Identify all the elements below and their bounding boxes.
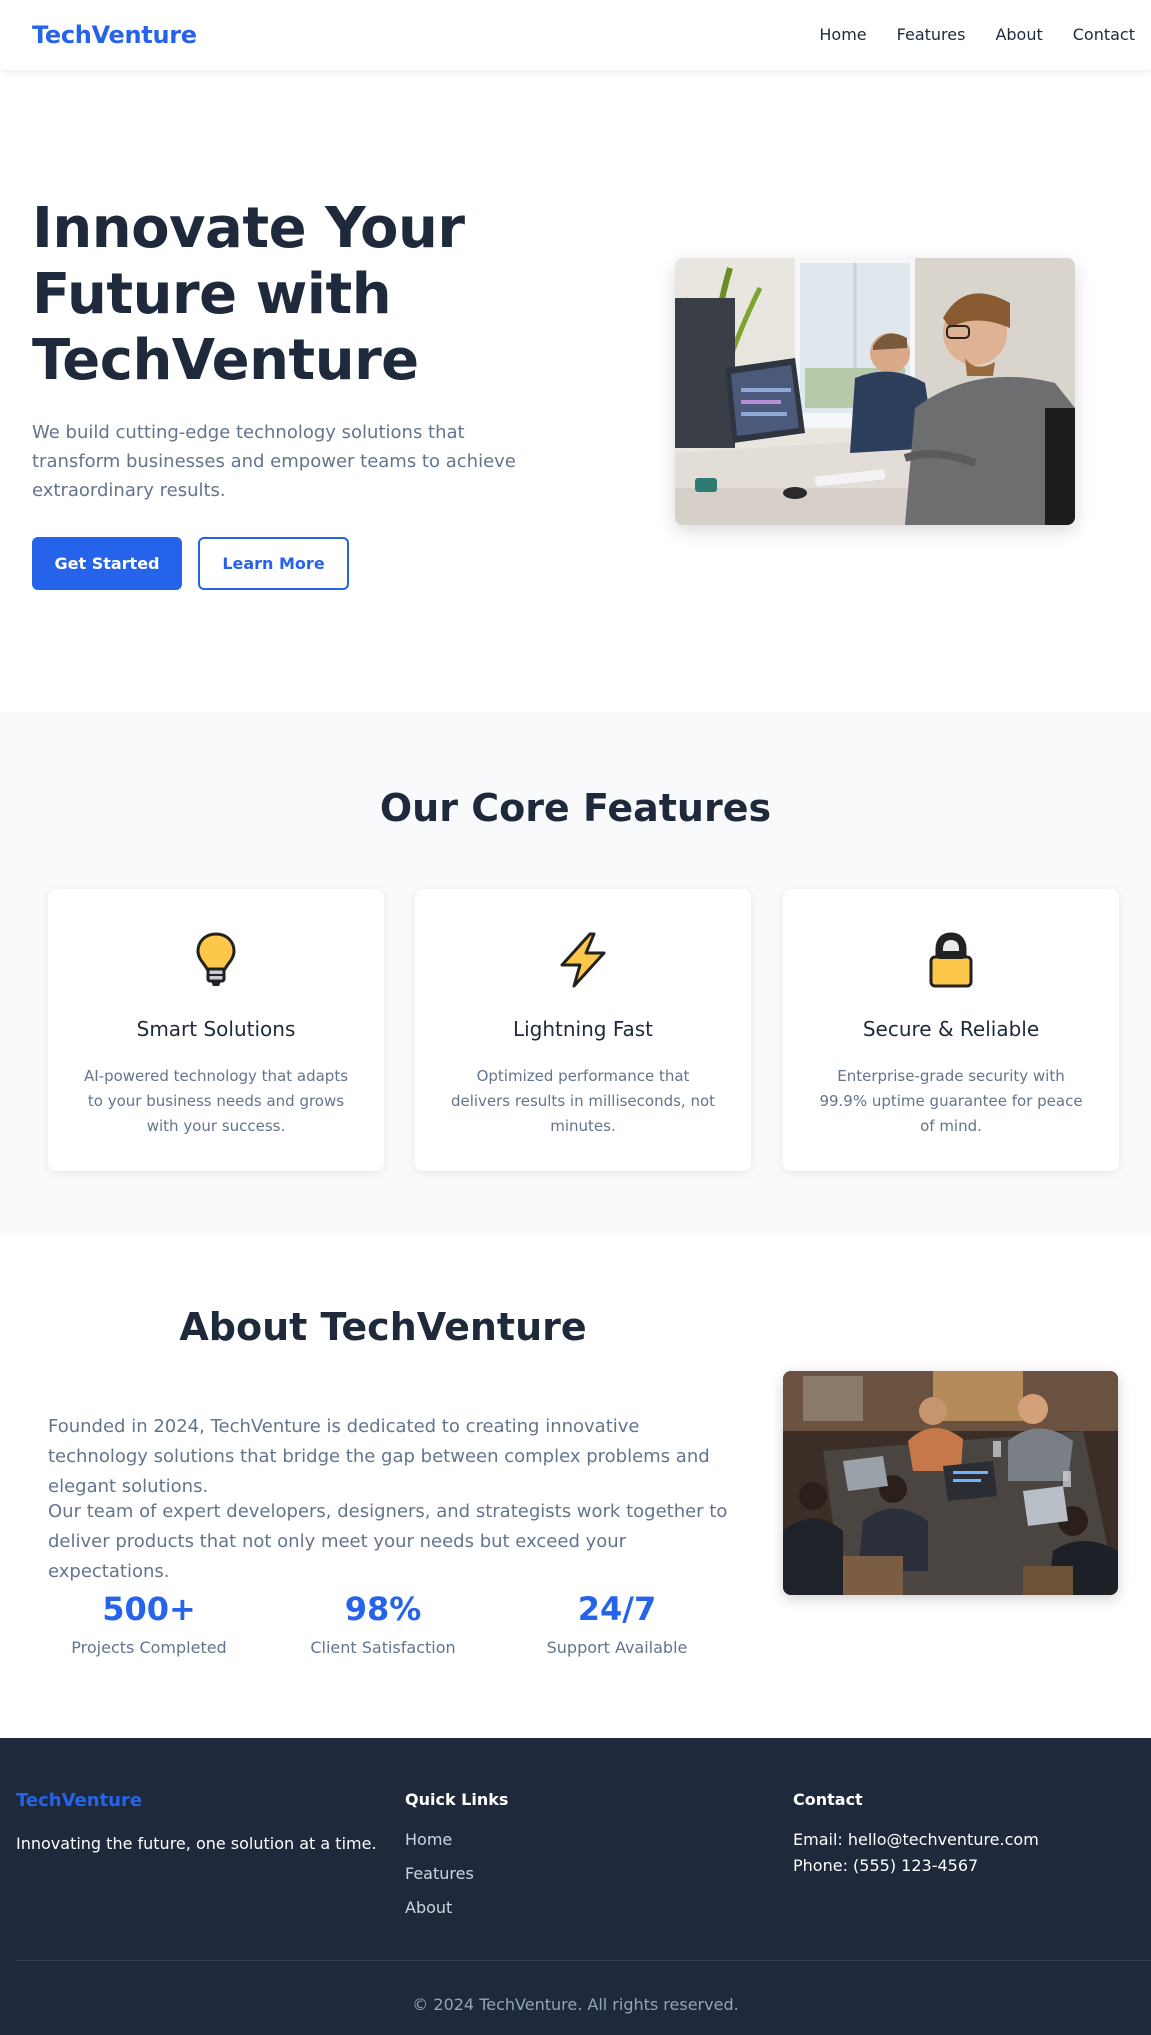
feature-card-title: Secure & Reliable: [862, 1017, 1040, 1041]
features-section: Our Core Features Smart Solutions AI-pow…: [0, 712, 1151, 1235]
about-paragraph-1: Founded in 2024, TechVenture is dedicate…: [48, 1416, 710, 1497]
contact-phone: Phone: (555) 123-4567: [793, 1856, 979, 1875]
feature-card-lightning-fast: Lightning Fast Optimized performance tha…: [415, 889, 751, 1171]
contact-heading: Contact: [793, 1790, 863, 1809]
lightbulb-icon: [48, 931, 384, 991]
stat-label: Projects Completed: [71, 1638, 227, 1657]
footer-link-about[interactable]: About: [405, 1898, 452, 1917]
nav-link-home[interactable]: Home: [819, 25, 866, 44]
stat-projects: 500+ Projects Completed: [49, 1590, 249, 1657]
lock-icon: [783, 931, 1119, 991]
copyright-text: © 2024 TechVenture. All rights reserved.: [412, 1995, 739, 2014]
nav-links: Home Features About Contact: [789, 25, 1135, 44]
about-paragraph-2: Our team of expert developers, designers…: [48, 1501, 728, 1582]
brand-logo[interactable]: TechVenture: [32, 21, 197, 49]
get-started-button[interactable]: Get Started: [32, 537, 182, 590]
footer-link-features[interactable]: Features: [405, 1864, 474, 1883]
feature-card-text: AI-powered technology that adapts to you…: [83, 1067, 349, 1135]
quick-links-heading: Quick Links: [405, 1790, 509, 1809]
lightning-icon: [415, 931, 751, 991]
learn-more-button[interactable]: Learn More: [198, 537, 349, 590]
office-team-photo: [675, 258, 1075, 525]
footer: TechVenture Innovating the future, one s…: [0, 1738, 1151, 2035]
footer-divider: [16, 1960, 1151, 1961]
hero-title: Innovate Your Future with TechVenture: [32, 196, 465, 393]
feature-card-text: Enterprise-grade security with 99.9% upt…: [819, 1067, 1083, 1135]
hero-image: [675, 258, 1075, 525]
feature-card-text: Optimized performance that delivers resu…: [450, 1067, 716, 1135]
stat-number: 24/7: [577, 1590, 657, 1628]
stat-support: 24/7 Support Available: [517, 1590, 717, 1657]
feature-card-smart-solutions: Smart Solutions AI-powered technology th…: [48, 889, 384, 1171]
hero-subtitle: We build cutting-edge technology solutio…: [32, 422, 516, 501]
stat-label: Support Available: [546, 1638, 688, 1657]
nav-link-about[interactable]: About: [995, 25, 1042, 44]
nav-link-features[interactable]: Features: [897, 25, 966, 44]
stat-number: 98%: [344, 1590, 422, 1628]
footer-link-home[interactable]: Home: [405, 1830, 452, 1849]
top-navbar: TechVenture Home Features About Contact: [0, 0, 1151, 70]
features-title: Our Core Features: [379, 786, 772, 830]
nav-link-contact[interactable]: Contact: [1073, 25, 1135, 44]
feature-card-title: Lightning Fast: [512, 1017, 654, 1041]
footer-tagline: Innovating the future, one solution at a…: [16, 1834, 377, 1853]
about-image: [783, 1371, 1118, 1595]
stat-label: Client Satisfaction: [310, 1638, 456, 1657]
feature-card-title: Smart Solutions: [136, 1017, 296, 1041]
footer-brand[interactable]: TechVenture: [16, 1790, 142, 1811]
stat-number: 500+: [102, 1590, 196, 1628]
contact-email: Email: hello@techventure.com: [793, 1830, 1039, 1849]
stat-satisfaction: 98% Client Satisfaction: [283, 1590, 483, 1657]
feature-card-secure-reliable: Secure & Reliable Enterprise-grade secur…: [783, 889, 1119, 1171]
team-meeting-photo: [783, 1371, 1118, 1595]
about-title: About TechVenture: [179, 1305, 587, 1349]
